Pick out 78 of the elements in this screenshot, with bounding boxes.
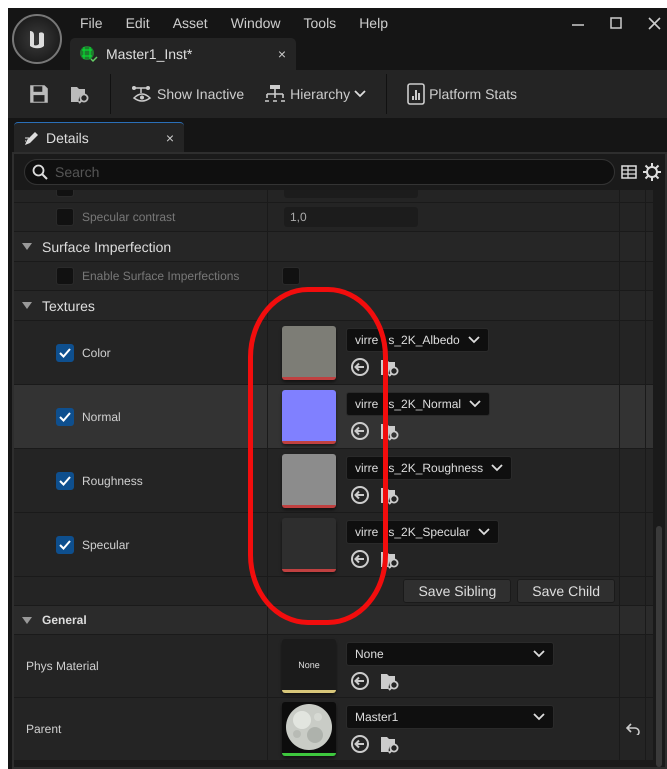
checkbox[interactable] (56, 472, 74, 490)
close-icon[interactable] (648, 16, 661, 30)
asset-dropdown[interactable]: virre s_2K_Specular (346, 520, 499, 544)
menu-item[interactable]: Tools (294, 15, 350, 31)
checkbox[interactable] (56, 344, 74, 362)
close-tab-icon[interactable]: × (278, 46, 286, 62)
menu-item[interactable]: Edit (116, 15, 163, 31)
texture-swatch[interactable] (282, 390, 336, 444)
folder-search-icon[interactable] (380, 549, 400, 569)
arrow-left-circle-icon[interactable] (350, 670, 370, 690)
save-button[interactable]: Save Sibling (403, 579, 512, 603)
engine-logo (12, 14, 62, 64)
chevron-icon (533, 712, 545, 720)
property-label: Specular contrast (82, 210, 176, 224)
expand-arrow-icon[interactable] (22, 243, 32, 250)
asset-dropdown[interactable]: Master1 (346, 704, 554, 728)
asset-thumbnail[interactable]: None (282, 639, 336, 693)
texture-swatch[interactable] (282, 518, 336, 572)
undo-arrow-icon[interactable] (626, 723, 640, 735)
save-button[interactable]: Save Child (517, 579, 615, 603)
document-tab[interactable]: Master1_Inst* × (70, 38, 296, 70)
pencil-icon (24, 130, 40, 146)
property-label: Normal (82, 410, 121, 424)
property-label: Phys Material (26, 659, 99, 673)
menu-item[interactable]: Help (349, 15, 401, 31)
chevron-icon (468, 336, 480, 344)
asset-dropdown[interactable]: virre s_2K_Albedo (346, 328, 489, 352)
material-instance-icon (78, 44, 98, 64)
menu-item[interactable]: File (70, 15, 116, 31)
close-tab-icon[interactable]: × (166, 130, 174, 146)
arrow-left-circle-icon[interactable] (350, 421, 370, 441)
property-label: Color (82, 346, 111, 360)
folder-search-icon[interactable] (380, 485, 400, 505)
expand-arrow-icon[interactable] (22, 616, 32, 624)
chevron-icon (491, 464, 504, 472)
scrollbar-thumb[interactable] (656, 526, 662, 767)
chevron-icon (469, 400, 482, 408)
maximize-icon[interactable] (610, 17, 622, 29)
save-icon[interactable] (28, 83, 50, 105)
section-header[interactable]: Surface Imperfection (42, 238, 172, 254)
arrow-left-circle-icon[interactable] (350, 357, 370, 377)
texture-swatch[interactable] (282, 326, 336, 380)
hierarchy-icon (264, 84, 286, 104)
toolbar-button[interactable]: Show Inactive (125, 80, 250, 108)
folder-search-icon[interactable] (70, 84, 90, 104)
asset-dropdown[interactable]: virre s_2K_Roughness (346, 456, 512, 480)
asset-dropdown[interactable]: virre s_2K_Normal (346, 392, 490, 416)
chevron-icon (354, 90, 366, 98)
section-header[interactable]: General (42, 613, 87, 627)
chevron-icon (533, 650, 545, 658)
toolbar-button[interactable]: Platform Stats (401, 79, 523, 109)
asset-thumbnail[interactable] (282, 702, 336, 756)
property-label: Roughness (82, 474, 143, 488)
table-icon[interactable] (621, 164, 637, 180)
eye-nodes-icon (131, 84, 153, 104)
search-icon (32, 164, 48, 180)
details-tab[interactable]: Details × (14, 122, 184, 152)
folder-search-icon[interactable] (380, 357, 400, 377)
menu-item[interactable]: Asset (162, 15, 221, 31)
property-label: Enable Surface Imperfections (82, 269, 240, 283)
settings-icon[interactable] (643, 163, 661, 181)
toolbar-button[interactable]: Hierarchy (258, 80, 372, 108)
texture-swatch[interactable] (282, 454, 336, 508)
chevron-icon (478, 528, 490, 536)
folder-search-icon[interactable] (380, 421, 400, 441)
search-field[interactable]: Search (24, 159, 615, 185)
property-label: Parent (26, 722, 62, 736)
checkbox[interactable] (56, 536, 74, 554)
section-header[interactable]: Textures (42, 298, 95, 314)
property-label: Specular (82, 538, 130, 552)
arrow-left-circle-icon[interactable] (350, 485, 370, 505)
expand-arrow-icon[interactable] (22, 302, 32, 309)
arrow-left-circle-icon[interactable] (350, 734, 370, 754)
menu-item[interactable]: Window (220, 15, 294, 31)
tablet-chart-icon (407, 83, 426, 105)
checkbox[interactable] (56, 408, 74, 426)
arrow-left-circle-icon[interactable] (350, 549, 370, 569)
asset-dropdown[interactable]: None (346, 642, 554, 666)
